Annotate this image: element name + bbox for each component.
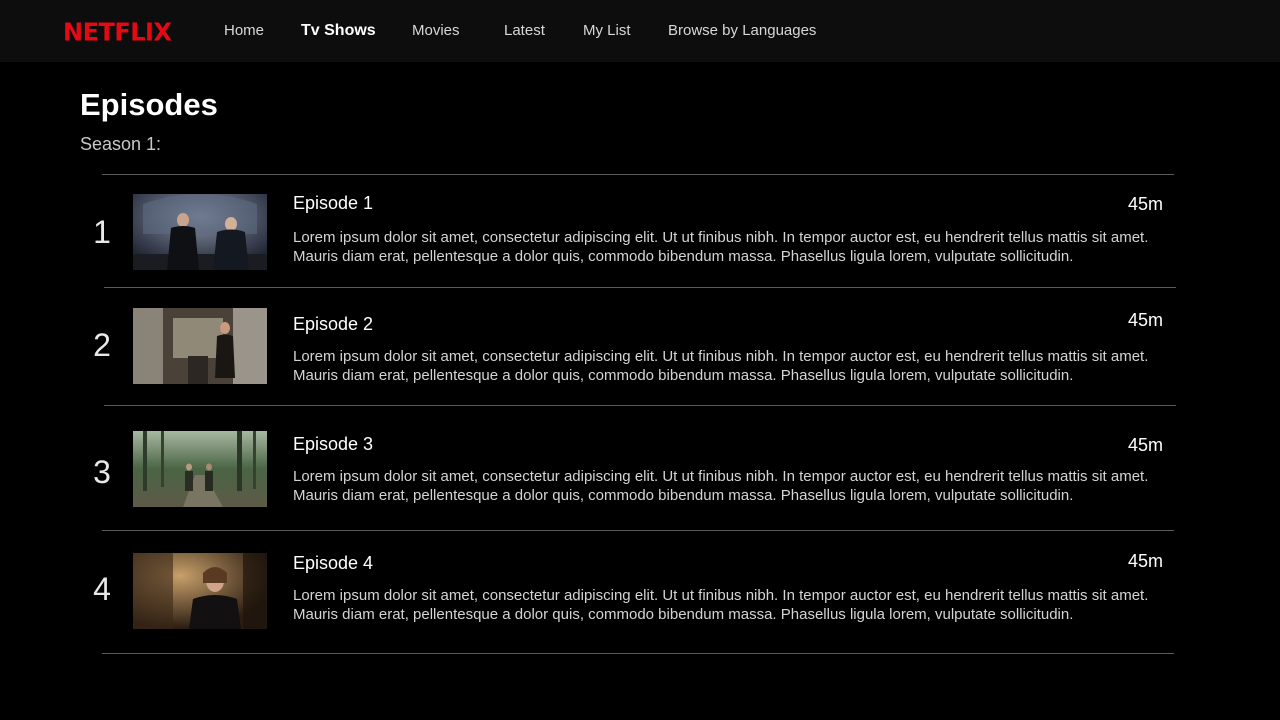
episode-title[interactable]: Episode 3 bbox=[293, 434, 373, 455]
episode-thumbnail[interactable] bbox=[133, 431, 267, 507]
episode-description: Lorem ipsum dolor sit amet, consectetur … bbox=[293, 468, 1149, 504]
episode-duration: 45m bbox=[1127, 194, 1163, 214]
nav-my-list-link[interactable]: My List bbox=[583, 22, 631, 39]
season-label: Season 1: bbox=[80, 134, 162, 154]
episode-title[interactable]: Episode 4 bbox=[293, 553, 373, 574]
nav-latest-link[interactable]: Latest bbox=[504, 22, 545, 39]
episode-number: 1 bbox=[93, 214, 111, 250]
episode-thumbnail[interactable] bbox=[133, 194, 267, 270]
episode-duration: 45m bbox=[1127, 551, 1163, 571]
episode-description: Lorem ipsum dolor sit amet, consectetur … bbox=[293, 229, 1149, 265]
nav-browse-languages-link[interactable]: Browse by Languages bbox=[668, 22, 816, 39]
divider bbox=[104, 287, 1176, 288]
episode-description: Lorem ipsum dolor sit amet, consectetur … bbox=[293, 587, 1149, 623]
nav-home-link[interactable]: Home bbox=[224, 22, 264, 39]
page-title: Episodes bbox=[80, 87, 218, 122]
divider bbox=[102, 653, 1174, 654]
divider bbox=[104, 405, 1176, 406]
episode-description: Lorem ipsum dolor sit amet, consectetur … bbox=[293, 348, 1149, 384]
nav-movies-link[interactable]: Movies bbox=[412, 22, 460, 39]
episode-title[interactable]: Episode 1 bbox=[293, 193, 373, 214]
episode-title[interactable]: Episode 2 bbox=[293, 314, 373, 335]
episode-thumbnail[interactable] bbox=[133, 308, 267, 384]
episode-duration: 45m bbox=[1127, 310, 1163, 330]
nav-tv-shows-link[interactable]: Tv Shows bbox=[301, 22, 376, 40]
episode-number: 2 bbox=[93, 327, 111, 363]
episode-number: 3 bbox=[93, 454, 111, 490]
episode-number: 4 bbox=[93, 571, 111, 607]
divider bbox=[102, 530, 1174, 531]
top-nav-bar: NETFLIX Home Tv Shows Movies Latest My L… bbox=[0, 0, 1280, 62]
episode-thumbnail[interactable] bbox=[133, 553, 267, 629]
netflix-logo[interactable]: NETFLIX bbox=[63, 17, 172, 46]
episode-duration: 45m bbox=[1127, 435, 1163, 455]
divider bbox=[102, 174, 1174, 175]
